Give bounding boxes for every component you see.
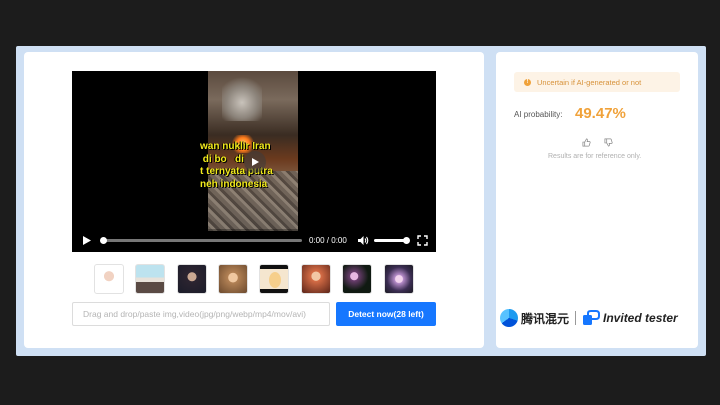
smoke-shape (222, 75, 262, 121)
result-panel (496, 52, 698, 348)
thumbs-down-icon[interactable] (604, 138, 613, 147)
play-icon[interactable] (82, 235, 92, 246)
sample-thumbnail[interactable] (94, 264, 124, 294)
progress-handle[interactable] (100, 237, 107, 244)
brand-name: 腾讯混元 (521, 311, 570, 326)
play-icon (252, 158, 259, 166)
volume-handle[interactable] (403, 237, 410, 244)
notice-text: Uncertain if AI-generated or not (537, 77, 642, 87)
sample-thumbnail[interactable] (301, 264, 331, 294)
sample-thumbnail[interactable] (342, 264, 372, 294)
brand-divider (575, 311, 577, 325)
branding: 腾讯混元 Invited tester (500, 309, 678, 327)
sample-thumbnail[interactable] (218, 264, 248, 294)
probability-value: 49.47% (575, 105, 626, 122)
volume-icon[interactable] (357, 235, 369, 246)
fullscreen-icon[interactable] (417, 235, 428, 246)
sample-thumbnail[interactable] (384, 264, 414, 294)
sample-thumbnail[interactable] (135, 264, 165, 294)
invited-tester-label: Invited tester (603, 311, 678, 325)
reference-note: Results are for reference only. (548, 153, 642, 160)
upload-input[interactable] (72, 302, 330, 326)
time-readout: 0:00 / 0:00 (309, 236, 347, 245)
detect-button[interactable]: Detect now(28 left) (336, 302, 436, 326)
probability-label: AI probability: (514, 110, 563, 119)
warning-icon: ! (524, 78, 531, 86)
thumbs-up-icon[interactable] (582, 138, 591, 147)
progress-bar[interactable] (102, 239, 302, 242)
invited-tester-icon (583, 310, 601, 325)
uncertain-notice: ! Uncertain if AI-generated or not (514, 72, 680, 92)
center-play-button[interactable] (244, 151, 266, 173)
sample-thumbnail[interactable] (259, 264, 289, 294)
sample-thumbnail[interactable] (177, 264, 207, 294)
hunyuan-logo-icon (500, 309, 518, 327)
